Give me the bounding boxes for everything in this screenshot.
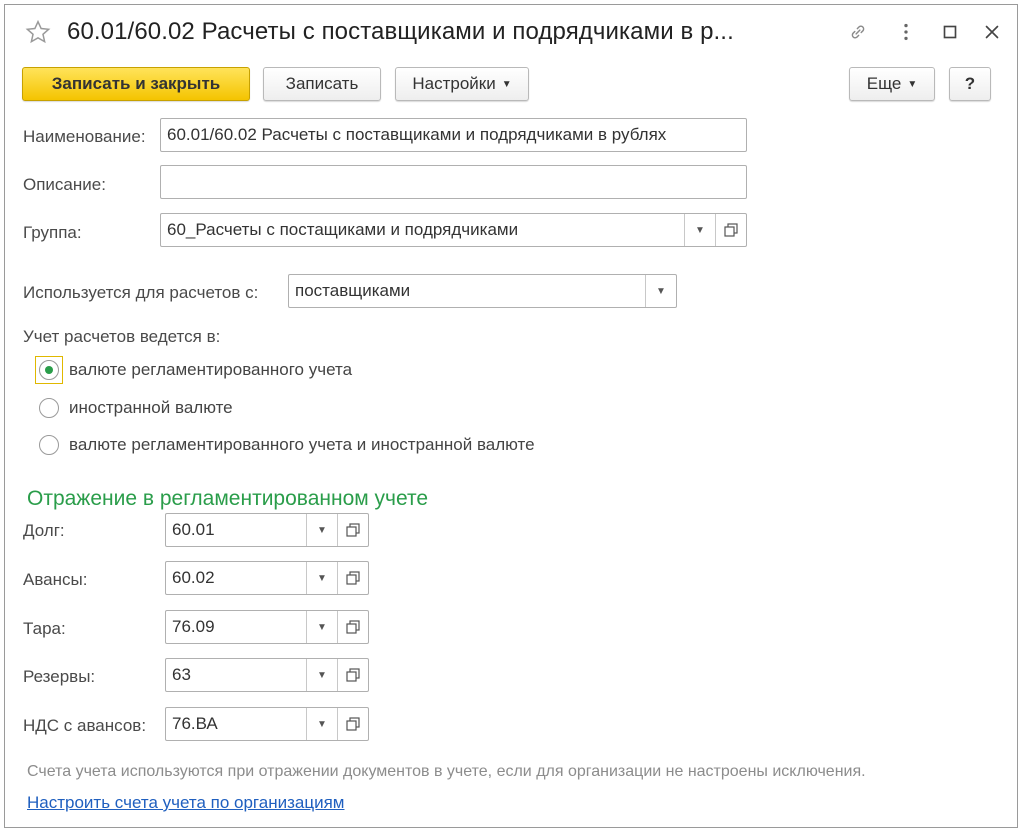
name-field[interactable]: 60.01/60.02 Расчеты с поставщиками и под…	[160, 118, 747, 152]
help-label: ?	[964, 74, 976, 93]
accounts-note: Счета учета используются при отражении д…	[27, 763, 866, 780]
debt-account-value: 60.01	[172, 520, 215, 539]
advances-account-value: 60.02	[172, 568, 215, 587]
radio-label: валюте регламентированного учета и иност…	[69, 435, 535, 454]
vat-advances-account-value: 76.ВА	[172, 714, 218, 733]
link-icon[interactable]	[847, 21, 869, 43]
vat-advances-account-field[interactable]: 76.ВА ▼	[165, 707, 369, 741]
used-for-select[interactable]: поставщиками ▼	[288, 274, 677, 308]
reserves-account-field[interactable]: 63 ▼	[165, 658, 369, 692]
advances-account-field[interactable]: 60.02 ▼	[165, 561, 369, 595]
more-label: Еще	[866, 74, 902, 93]
name-label: Наименование:	[23, 127, 146, 146]
advances-label: Авансы:	[23, 570, 88, 589]
chevron-down-icon[interactable]: ▼	[306, 611, 337, 643]
open-form-icon[interactable]	[337, 611, 368, 643]
open-form-icon[interactable]	[337, 514, 368, 546]
reserves-account-value: 63	[172, 665, 191, 684]
save-label: Записать	[285, 74, 359, 93]
name-value: 60.01/60.02 Расчеты с поставщиками и под…	[167, 125, 667, 144]
section-title: Отражение в регламентированном учете	[27, 487, 429, 510]
chevron-down-icon: ▼	[907, 78, 918, 90]
description-label: Описание:	[23, 175, 106, 194]
radio-option-foreign[interactable]: иностранной валюте	[39, 394, 233, 422]
radio-option-regulated[interactable]: валюте регламентированного учета	[35, 356, 353, 384]
group-label: Группа:	[23, 223, 82, 242]
save-and-close-label: Записать и закрыть	[51, 74, 221, 93]
chevron-down-icon[interactable]: ▼	[306, 562, 337, 594]
chevron-down-icon: ▼	[501, 78, 512, 90]
container-account-field[interactable]: 76.09 ▼	[165, 610, 369, 644]
radio-label: иностранной валюте	[69, 398, 233, 417]
settings-label: Настройки	[412, 74, 496, 93]
container-account-value: 76.09	[172, 617, 215, 636]
radio-button[interactable]	[39, 398, 59, 418]
chevron-down-icon[interactable]: ▼	[306, 708, 337, 740]
open-form-icon[interactable]	[337, 708, 368, 740]
radio-button[interactable]	[39, 435, 59, 455]
used-for-value: поставщиками	[295, 281, 411, 300]
save-and-close-button[interactable]: Записать и закрыть	[22, 67, 250, 101]
description-field[interactable]	[160, 165, 747, 199]
container-label: Тара:	[23, 619, 66, 638]
form-window: 60.01/60.02 Расчеты с поставщиками и под…	[4, 4, 1018, 828]
star-icon[interactable]	[25, 19, 51, 45]
radio-option-both[interactable]: валюте регламентированного учета и иност…	[39, 431, 535, 459]
maximize-icon[interactable]	[939, 21, 961, 43]
used-for-label: Используется для расчетов с:	[23, 283, 259, 302]
radio-button[interactable]	[39, 360, 59, 380]
configure-accounts-link[interactable]: Настроить счета учета по организациям	[27, 793, 344, 813]
open-form-icon[interactable]	[715, 214, 746, 246]
group-field[interactable]: 60_Расчеты с постащиками и подрядчиками …	[160, 213, 747, 247]
radio-label: валюте регламентированного учета	[69, 360, 353, 379]
debt-account-field[interactable]: 60.01 ▼	[165, 513, 369, 547]
vat-advances-label: НДС с авансов:	[23, 716, 147, 735]
help-button[interactable]: ?	[949, 67, 991, 101]
chevron-down-icon[interactable]: ▼	[684, 214, 715, 246]
chevron-down-icon[interactable]: ▼	[306, 514, 337, 546]
group-value: 60_Расчеты с постащиками и подрядчиками	[167, 220, 519, 239]
chevron-down-icon[interactable]: ▼	[306, 659, 337, 691]
title-bar: 60.01/60.02 Расчеты с поставщиками и под…	[5, 5, 1017, 61]
save-button[interactable]: Записать	[263, 67, 381, 101]
accounting-label: Учет расчетов ведется в:	[23, 327, 221, 346]
open-form-icon[interactable]	[337, 562, 368, 594]
window-title: 60.01/60.02 Расчеты с поставщиками и под…	[67, 18, 734, 45]
open-form-icon[interactable]	[337, 659, 368, 691]
close-icon[interactable]	[981, 21, 1003, 43]
settings-button[interactable]: Настройки ▼	[395, 67, 529, 101]
more-button[interactable]: Еще ▼	[849, 67, 935, 101]
kebab-menu-icon[interactable]	[895, 21, 917, 43]
debt-label: Долг:	[23, 521, 65, 540]
reserves-label: Резервы:	[23, 667, 96, 686]
chevron-down-icon[interactable]: ▼	[645, 275, 676, 307]
radio-focus-frame	[35, 356, 63, 384]
